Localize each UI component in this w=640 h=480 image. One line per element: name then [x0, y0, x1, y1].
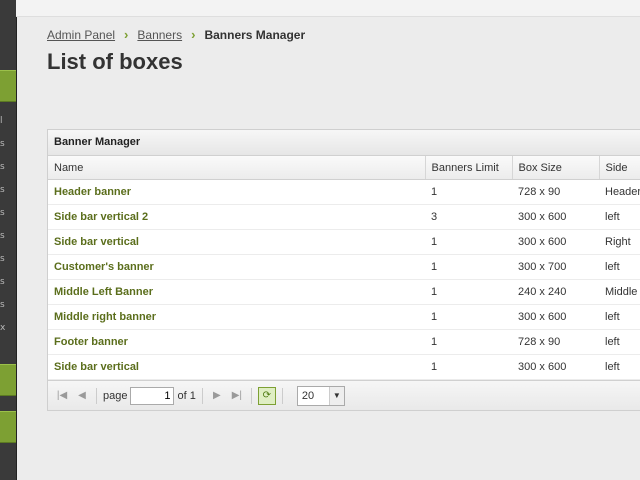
- table-row[interactable]: Middle right banner 1 300 x 600 left: [48, 304, 640, 330]
- sidebar-glyph: s: [0, 185, 5, 195]
- side-cell: Middle l: [599, 279, 640, 305]
- column-header-side[interactable]: Side: [599, 156, 640, 180]
- page-title: List of boxes: [47, 49, 183, 74]
- sidebar-glyph: x: [0, 323, 6, 333]
- page-size-value: 20: [301, 389, 315, 402]
- banner-name-link[interactable]: Footer banner: [48, 329, 425, 355]
- banner-name-link[interactable]: Customer's banner: [48, 254, 425, 280]
- banner-name-link[interactable]: Side bar vertical: [48, 229, 425, 255]
- sidebar-tab[interactable]: [0, 411, 16, 443]
- chevron-right-icon: ›: [124, 27, 129, 42]
- last-page-icon[interactable]: ▶|: [229, 388, 245, 404]
- breadcrumb-current: Banners Manager: [204, 27, 306, 42]
- side-cell: Header: [599, 179, 640, 205]
- banners-limit-cell: 1: [425, 329, 512, 355]
- sidebar-glyph: s: [0, 231, 5, 241]
- banners-limit-cell: 1: [425, 354, 512, 380]
- sidebar-active-tab[interactable]: [0, 70, 16, 102]
- box-size-cell: 728 x 90: [512, 329, 599, 355]
- page-number-input[interactable]: [130, 386, 175, 405]
- table-row[interactable]: Header banner 1 728 x 90 Header: [48, 179, 640, 205]
- pager-separator: [281, 387, 283, 404]
- prev-page-icon[interactable]: ◀: [74, 388, 90, 404]
- refresh-icon[interactable]: ⟳: [257, 386, 276, 405]
- pager-separator: [96, 387, 97, 404]
- breadcrumb: Admin Panel › Banners › Banners Manager: [47, 27, 305, 42]
- banner-name-link[interactable]: Side bar vertical: [48, 354, 425, 380]
- page-count: of 1: [177, 389, 196, 402]
- banners-limit-cell: 1: [425, 179, 512, 205]
- sidebar-glyph: s: [0, 162, 5, 172]
- page-size-select[interactable]: 20 ▼: [296, 385, 345, 406]
- table-row[interactable]: Side bar vertical 1 300 x 600 Right: [48, 229, 640, 255]
- column-header-banners-limit[interactable]: Banners Limit: [425, 156, 513, 180]
- breadcrumb-banners[interactable]: Banners: [137, 28, 182, 42]
- box-size-cell: 300 x 600: [512, 229, 599, 255]
- table-row[interactable]: Customer's banner 1 300 x 700 left: [48, 254, 640, 280]
- left-sidebar: l s s s s s s s s x: [0, 0, 17, 480]
- sidebar-glyph: s: [0, 254, 5, 264]
- banner-name-link[interactable]: Middle right banner: [48, 304, 425, 330]
- box-size-cell: 300 x 600: [512, 204, 599, 230]
- chevron-down-icon[interactable]: ▼: [328, 386, 344, 405]
- column-header-name[interactable]: Name: [48, 156, 426, 180]
- pagination-bar: |◀ ◀ page of 1 ▶ ▶| ⟳ 20 ▼: [48, 380, 640, 410]
- banners-limit-cell: 3: [425, 204, 512, 230]
- breadcrumb-admin-panel[interactable]: Admin Panel: [47, 28, 115, 42]
- sidebar-glyph: s: [0, 277, 5, 287]
- table-header-row: Name Banners Limit Box Size Side: [48, 156, 640, 180]
- next-page-icon[interactable]: ▶: [209, 388, 225, 404]
- banner-name-link[interactable]: Middle Left Banner: [48, 279, 425, 305]
- side-cell: left: [599, 354, 640, 380]
- side-cell: left: [599, 329, 640, 355]
- sidebar-tab[interactable]: [0, 364, 16, 396]
- sidebar-glyph: s: [0, 300, 5, 310]
- banner-manager-panel: Banner Manager Name Banners Limit Box Si…: [47, 129, 640, 411]
- side-cell: left: [599, 254, 640, 280]
- panel-title: Banner Manager: [48, 130, 640, 156]
- box-size-cell: 240 x 240: [512, 279, 599, 305]
- box-size-cell: 300 x 700: [512, 254, 599, 280]
- column-header-box-size[interactable]: Box Size: [512, 156, 600, 180]
- box-size-cell: 728 x 90: [512, 179, 599, 205]
- table-row[interactable]: Side bar vertical 1 300 x 600 left: [48, 354, 640, 380]
- banner-name-link[interactable]: Header banner: [48, 179, 425, 205]
- banner-table: Name Banners Limit Box Size Side Header …: [48, 156, 640, 380]
- page-label: page: [103, 389, 128, 402]
- banners-limit-cell: 1: [425, 229, 512, 255]
- side-cell: Right: [599, 229, 640, 255]
- chevron-right-icon: ›: [191, 27, 196, 42]
- pager-separator: [250, 387, 252, 404]
- table-row[interactable]: Footer banner 1 728 x 90 left: [48, 329, 640, 355]
- banners-limit-cell: 1: [425, 254, 512, 280]
- sidebar-glyph: s: [0, 139, 5, 149]
- first-page-icon[interactable]: |◀: [54, 388, 70, 404]
- top-bar: [16, 0, 640, 17]
- sidebar-glyph: s: [0, 208, 5, 218]
- table-row[interactable]: Middle Left Banner 1 240 x 240 Middle l: [48, 279, 640, 305]
- table-body: Header banner 1 728 x 90 Header Side bar ver…: [48, 179, 640, 380]
- side-cell: left: [599, 204, 640, 230]
- box-size-cell: 300 x 600: [512, 304, 599, 330]
- box-size-cell: 300 x 600: [512, 354, 599, 380]
- banners-limit-cell: 1: [425, 304, 512, 330]
- table-row[interactable]: Side bar vertical 2 3 300 x 600 left: [48, 204, 640, 230]
- side-cell: left: [599, 304, 640, 330]
- pager-separator: [201, 387, 203, 404]
- banner-name-link[interactable]: Side bar vertical 2: [48, 204, 425, 230]
- sidebar-glyph: l: [0, 116, 3, 126]
- banners-limit-cell: 1: [425, 279, 512, 305]
